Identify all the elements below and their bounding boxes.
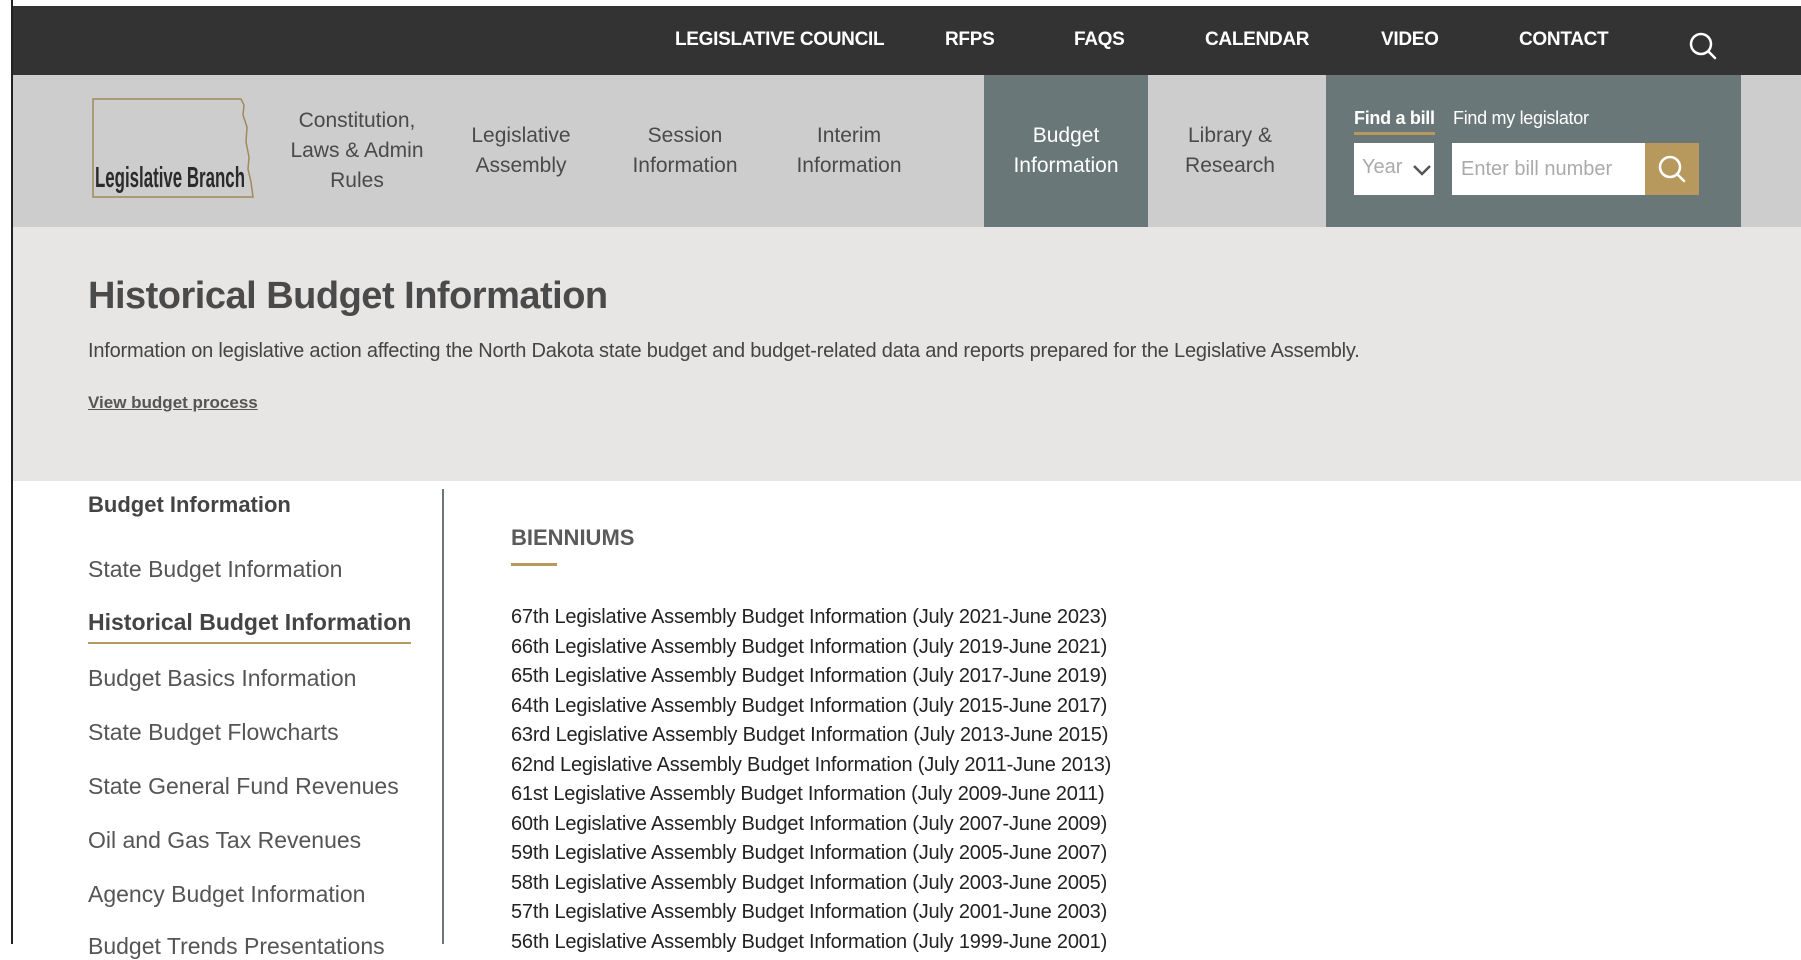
list-item: 59th Legislative Assembly Budget Informa… — [511, 839, 1111, 869]
side-nav-state-general-fund-revenues[interactable]: State General Fund Revenues — [88, 773, 399, 800]
nav-legislative-assembly[interactable]: Legislative Assembly — [439, 75, 603, 227]
biennium-link[interactable]: 62nd Legislative Assembly Budget Informa… — [511, 754, 1111, 776]
page-description: Information on legislative action affect… — [88, 340, 1360, 362]
main-nav: Legislative Branch Constitution, Laws & … — [13, 75, 1801, 227]
top-nav-rfps[interactable]: RFPS — [945, 29, 995, 51]
nav-library-research[interactable]: Library & Research — [1148, 75, 1312, 227]
tab-find-legislator[interactable]: Find my legislator — [1453, 108, 1589, 129]
list-item: 56th Legislative Assembly Budget Informa… — [511, 928, 1111, 958]
side-nav-budget-basics-information[interactable]: Budget Basics Information — [88, 665, 356, 692]
top-nav-video[interactable]: VIDEO — [1381, 29, 1439, 51]
list-item: 61st Legislative Assembly Budget Informa… — [511, 780, 1111, 810]
list-item: 66th Legislative Assembly Budget Informa… — [511, 633, 1111, 663]
biennium-link[interactable]: 67th Legislative Assembly Budget Informa… — [511, 606, 1107, 628]
biennium-link[interactable]: 58th Legislative Assembly Budget Informa… — [511, 872, 1107, 894]
window-frame-left — [0, 0, 13, 944]
bill-number-input[interactable] — [1452, 143, 1645, 195]
section-heading: BIENNIUMS — [511, 525, 635, 550]
heading-underline — [511, 563, 557, 566]
biennium-link[interactable]: 56th Legislative Assembly Budget Informa… — [511, 931, 1107, 953]
nav-interim-information[interactable]: Interim Information — [767, 75, 931, 227]
list-item: 57th Legislative Assembly Budget Informa… — [511, 898, 1111, 928]
search-icon[interactable] — [1688, 31, 1718, 61]
view-budget-process-link[interactable]: View budget process — [88, 393, 258, 413]
year-select-value: Year — [1362, 156, 1403, 178]
list-item: 60th Legislative Assembly Budget Informa… — [511, 810, 1111, 840]
nav-budget-information[interactable]: Budget Information — [984, 75, 1148, 227]
top-nav-faqs[interactable]: FAQS — [1074, 29, 1125, 51]
side-nav-oil-and-gas-tax-revenues[interactable]: Oil and Gas Tax Revenues — [88, 827, 361, 854]
top-nav-legislative-council[interactable]: LEGISLATIVE COUNCIL — [675, 29, 885, 51]
side-nav-agency-budget-information[interactable]: Agency Budget Information — [88, 881, 365, 908]
list-item: 62nd Legislative Assembly Budget Informa… — [511, 751, 1111, 781]
year-select[interactable]: Year — [1354, 143, 1434, 195]
biennium-link[interactable]: 60th Legislative Assembly Budget Informa… — [511, 813, 1107, 835]
page-hero: Historical Budget Information Informatio… — [13, 227, 1801, 481]
biennium-link[interactable]: 61st Legislative Assembly Budget Informa… — [511, 783, 1105, 805]
list-item: 58th Legislative Assembly Budget Informa… — [511, 869, 1111, 899]
list-item: 67th Legislative Assembly Budget Informa… — [511, 603, 1111, 633]
page-title: Historical Budget Information — [88, 275, 608, 317]
nav-session-information[interactable]: Session Information — [603, 75, 767, 227]
side-nav-title: Budget Information — [88, 492, 291, 517]
biennium-link[interactable]: 63rd Legislative Assembly Budget Informa… — [511, 724, 1108, 746]
biennium-link[interactable]: 57th Legislative Assembly Budget Informa… — [511, 901, 1107, 923]
bill-search-button[interactable] — [1645, 143, 1699, 195]
top-nav-contact[interactable]: CONTACT — [1519, 29, 1609, 51]
biennium-list: 67th Legislative Assembly Budget Informa… — [511, 603, 1111, 957]
side-nav-state-budget-flowcharts[interactable]: State Budget Flowcharts — [88, 719, 339, 746]
site-logo[interactable]: Legislative Branch — [91, 97, 266, 202]
top-nav-calendar[interactable]: CALENDAR — [1205, 29, 1310, 51]
biennium-link[interactable]: 59th Legislative Assembly Budget Informa… — [511, 842, 1107, 864]
top-utility-bar: LEGISLATIVE COUNCIL RFPS FAQS CALENDAR V… — [13, 6, 1801, 75]
chevron-down-icon — [1413, 165, 1431, 176]
biennium-link[interactable]: 66th Legislative Assembly Budget Informa… — [511, 636, 1107, 658]
biennium-link[interactable]: 65th Legislative Assembly Budget Informa… — [511, 665, 1107, 687]
biennium-link[interactable]: 64th Legislative Assembly Budget Informa… — [511, 695, 1107, 717]
search-icon — [1658, 155, 1686, 183]
side-nav-budget-trends-presentations[interactable]: Budget Trends Presentations — [88, 933, 385, 960]
logo-text: Legislative Branch — [95, 162, 245, 194]
list-item: 63rd Legislative Assembly Budget Informa… — [511, 721, 1111, 751]
sidebar-divider — [442, 489, 444, 944]
tab-find-bill[interactable]: Find a bill — [1354, 108, 1435, 135]
find-panel: Find a bill Find my legislator Year — [1326, 75, 1741, 227]
side-nav-historical-budget-information[interactable]: Historical Budget Information — [88, 609, 412, 644]
side-nav-state-budget-information[interactable]: State Budget Information — [88, 556, 342, 583]
list-item: 65th Legislative Assembly Budget Informa… — [511, 662, 1111, 692]
nav-constitution-laws[interactable]: Constitution, Laws & Admin Rules — [275, 75, 439, 227]
list-item: 64th Legislative Assembly Budget Informa… — [511, 692, 1111, 722]
